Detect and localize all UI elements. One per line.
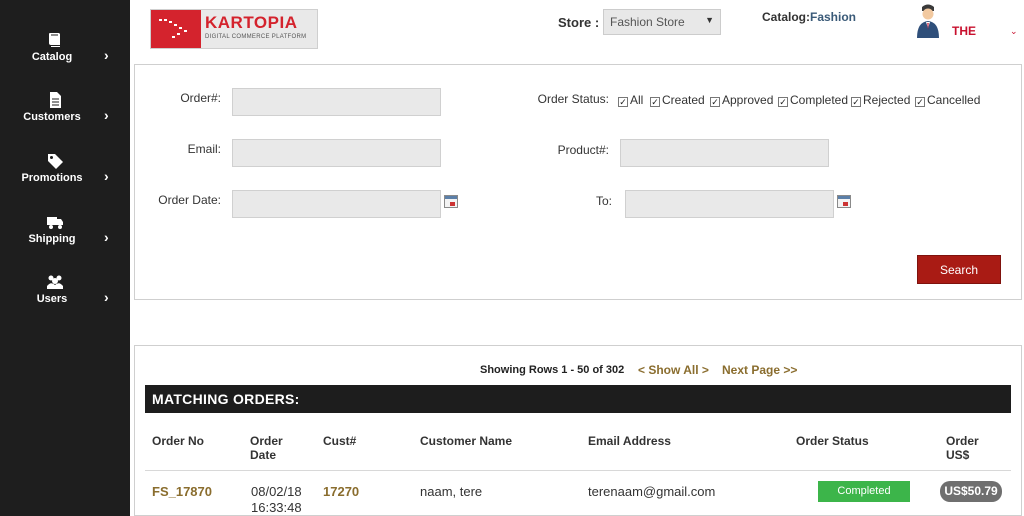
order-no-label: Order#: xyxy=(180,91,221,105)
column-header-cust[interactable]: Cust# xyxy=(323,434,356,448)
users-icon xyxy=(47,275,63,289)
catalog-indicator: Catalog:Fashion xyxy=(762,10,856,24)
order-date-from-input[interactable] xyxy=(232,190,441,218)
sidebar-item-customers[interactable]: Customers › xyxy=(0,91,130,141)
next-page-link[interactable]: Next Page >> xyxy=(722,363,797,377)
order-date-line: 08/02/18 xyxy=(251,484,302,499)
truck-icon xyxy=(47,217,63,229)
order-no-link[interactable]: FS_17870 xyxy=(152,484,212,500)
rows-count-text: Showing Rows 1 - 50 of 302 xyxy=(480,364,625,376)
catalog-value: Fashion xyxy=(810,10,857,24)
kartopia-logo[interactable]: KARTOPIA DIGITAL COMMERCE PLATFORM xyxy=(150,9,318,49)
book-icon xyxy=(49,33,60,47)
product-label: Product#: xyxy=(557,143,609,157)
store-label: Store : xyxy=(558,15,600,30)
catalog-label: Catalog: xyxy=(762,10,810,24)
order-date-label: Order Date: xyxy=(158,193,221,207)
order-date-cell: 08/02/18 16:33:48 xyxy=(251,484,302,516)
sidebar-item-label: Shipping xyxy=(28,233,76,245)
email-cell: terenaam@gmail.com xyxy=(588,484,716,499)
column-header-order-no[interactable]: Order No xyxy=(152,434,204,448)
column-header-line: Date xyxy=(250,448,277,462)
status-checkbox-all[interactable]: ✓ All xyxy=(618,93,643,107)
tag-icon xyxy=(48,154,63,169)
matching-orders-header: MATCHING ORDERS: xyxy=(145,385,1011,413)
chevron-right-icon: › xyxy=(104,107,109,123)
checkbox-checked-icon: ✓ xyxy=(778,97,788,107)
column-header-line: Order xyxy=(946,434,979,448)
customer-no-link[interactable]: 17270 xyxy=(323,484,359,500)
checkbox-checked-icon: ✓ xyxy=(710,97,720,107)
calendar-icon[interactable] xyxy=(444,195,458,208)
amount-badge: US$50.79 xyxy=(940,481,1002,502)
column-header-amount[interactable]: Order US$ xyxy=(946,434,979,462)
status-checkbox-label: Rejected xyxy=(863,93,911,107)
header: KARTOPIA DIGITAL COMMERCE PLATFORM Store… xyxy=(130,0,1024,64)
sidebar-item-users[interactable]: Users › xyxy=(0,273,130,323)
order-status-label: Order Status: xyxy=(537,92,609,106)
customer-name-cell: naam, tere xyxy=(420,484,483,499)
chevron-right-icon: › xyxy=(104,47,109,63)
order-search-panel: Order#: Email: Order Date: Order Status:… xyxy=(134,64,1022,300)
logo-mark xyxy=(151,10,201,48)
email-label: Email: xyxy=(187,142,221,156)
checkbox-checked-icon: ✓ xyxy=(851,97,861,107)
logo-tagline: DIGITAL COMMERCE PLATFORM xyxy=(205,34,307,40)
store-select-value: Fashion Store xyxy=(610,15,685,29)
chevron-right-icon: › xyxy=(104,289,109,305)
caret-down-icon: ▼ xyxy=(705,15,714,25)
table-divider xyxy=(145,470,1011,471)
status-checkbox-label: Cancelled xyxy=(927,93,981,107)
user-name[interactable]: THE xyxy=(952,24,976,38)
status-checkbox-label: All xyxy=(630,93,644,107)
status-checkbox-created[interactable]: ✓ Created xyxy=(650,93,705,107)
column-header-line: US$ xyxy=(946,448,970,462)
document-icon xyxy=(50,92,61,108)
status-checkbox-label: Created xyxy=(662,93,705,107)
results-panel: Showing Rows 1 - 50 of 302 < Show All > … xyxy=(134,345,1022,516)
user-avatar-icon[interactable] xyxy=(915,2,941,38)
chevron-right-icon: › xyxy=(104,229,109,245)
sidebar-item-label: Users xyxy=(36,293,68,305)
checkbox-checked-icon: ✓ xyxy=(618,97,628,107)
email-input[interactable] xyxy=(232,139,441,167)
column-header-line: Order xyxy=(250,434,283,448)
status-checkbox-rejected[interactable]: ✓ Rejected xyxy=(851,93,910,107)
show-all-link[interactable]: < Show All > xyxy=(638,363,709,377)
product-input[interactable] xyxy=(620,139,829,167)
order-time-line: 16:33:48 xyxy=(251,500,302,515)
chevron-down-icon[interactable]: ⌄ xyxy=(1010,26,1018,37)
sidebar-item-promotions[interactable]: Promotions › xyxy=(0,152,130,202)
chevron-right-icon: › xyxy=(104,168,109,184)
sidebar-item-shipping[interactable]: Shipping › xyxy=(0,213,130,263)
column-header-customer-name[interactable]: Customer Name xyxy=(420,434,512,448)
order-no-input[interactable] xyxy=(232,88,441,116)
checkbox-checked-icon: ✓ xyxy=(915,97,925,107)
sidebar-item-label: Customers xyxy=(23,111,81,123)
search-button[interactable]: Search xyxy=(917,255,1001,284)
status-checkbox-completed[interactable]: ✓ Completed xyxy=(778,93,848,107)
status-badge: Completed xyxy=(818,481,910,502)
status-checkbox-label: Completed xyxy=(790,93,849,107)
sidebar-item-label: Catalog xyxy=(31,51,73,63)
status-checkbox-label: Approved xyxy=(722,93,774,107)
calendar-icon[interactable] xyxy=(837,195,851,208)
sidebar-item-catalog[interactable]: Catalog › xyxy=(0,31,130,81)
sidebar: Catalog › Customers › Promotions › Shipp… xyxy=(0,0,130,516)
status-checkbox-approved[interactable]: ✓ Approved xyxy=(710,93,773,107)
column-header-order-date[interactable]: Order Date xyxy=(250,434,283,462)
sidebar-item-label: Promotions xyxy=(21,172,83,184)
to-date-label: To: xyxy=(595,194,612,208)
column-header-email[interactable]: Email Address xyxy=(588,434,671,448)
logo-brand-text: KARTOPIA xyxy=(205,13,298,32)
column-header-status[interactable]: Order Status xyxy=(796,434,869,448)
status-checkbox-cancelled[interactable]: ✓ Cancelled xyxy=(915,93,980,107)
store-select[interactable]: Fashion Store ▼ xyxy=(603,9,721,35)
checkbox-checked-icon: ✓ xyxy=(650,97,660,107)
order-date-to-input[interactable] xyxy=(625,190,834,218)
